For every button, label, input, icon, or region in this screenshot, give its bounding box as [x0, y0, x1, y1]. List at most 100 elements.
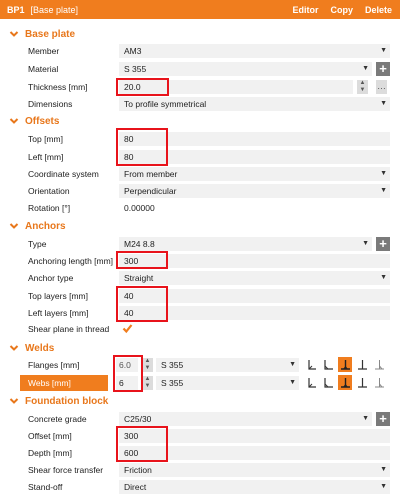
- triangle-down-icon: ▼: [380, 466, 387, 473]
- triangle-down-icon: ▼: [380, 187, 387, 194]
- offset-top-value: 80: [124, 134, 134, 144]
- chevron-down-icon: [9, 223, 19, 229]
- row-flanges: Flanges [mm] 6.0 ▲ ▼ S 355 ▼: [0, 357, 400, 373]
- offset-left-value: 80: [124, 152, 134, 162]
- orient-label: Orientation: [28, 186, 70, 196]
- offset-top-input[interactable]: 80: [119, 132, 390, 146]
- top-layers-input[interactable]: 40: [119, 289, 390, 303]
- thickness-more-button[interactable]: …: [376, 80, 387, 94]
- weld-type-icon[interactable]: [321, 357, 335, 372]
- item-type: [Base plate]: [30, 4, 79, 15]
- weld-type-icon[interactable]: [355, 375, 369, 390]
- flanges-material-select[interactable]: S 355 ▼: [156, 358, 299, 372]
- section-anchors[interactable]: Anchors: [0, 218, 400, 234]
- row-rotation: Rotation [°] 0.00000: [0, 200, 400, 216]
- delete-button[interactable]: Delete: [365, 5, 392, 15]
- concrete-grade-select[interactable]: C25/30 ▼: [119, 412, 372, 426]
- weld-type-icon[interactable]: [338, 357, 352, 372]
- shear-thread-label: Shear plane in thread: [28, 324, 110, 334]
- add-material-button[interactable]: +: [376, 62, 390, 76]
- section-base-plate[interactable]: Base plate: [0, 26, 400, 42]
- orient-select[interactable]: Perpendicular ▼: [119, 184, 390, 198]
- weld-type-icon[interactable]: [338, 375, 352, 390]
- flanges-thickness-value: 6.0: [119, 360, 131, 370]
- foundation-offset-input[interactable]: 300: [119, 429, 390, 443]
- section-foundation[interactable]: Foundation block: [0, 393, 400, 409]
- coord-select[interactable]: From member ▼: [119, 167, 390, 181]
- anchor-type-select[interactable]: M24 8.8 ▼: [119, 237, 372, 251]
- row-shear-transfer: Shear force transfer Friction ▼: [0, 462, 400, 478]
- thickness-input[interactable]: 20.0: [119, 80, 353, 94]
- triangle-down-icon: ▼: [380, 47, 387, 54]
- flanges-label: Flanges [mm]: [28, 360, 80, 370]
- dimensions-select[interactable]: To profile symmetrical ▼: [119, 97, 390, 111]
- row-top-layers: Top layers [mm] 40: [0, 288, 400, 304]
- coord-label: Coordinate system: [28, 169, 99, 179]
- rotation-input[interactable]: 0.00000: [119, 201, 390, 215]
- row-anchor-kind: Anchor type Straight ▼: [0, 270, 400, 286]
- section-offsets[interactable]: Offsets: [0, 113, 400, 129]
- dimensions-value: To profile symmetrical: [124, 99, 207, 109]
- stand-off-select[interactable]: Direct ▼: [119, 480, 390, 494]
- item-id: BP1: [7, 4, 25, 15]
- row-foundation-depth: Depth [mm] 600: [0, 445, 400, 461]
- triangle-down-icon: ▼: [362, 240, 369, 247]
- section-title: Foundation block: [25, 395, 109, 407]
- webs-label: Webs [mm]: [20, 375, 108, 391]
- webs-stepper[interactable]: ▲ ▼: [142, 376, 153, 390]
- section-welds[interactable]: Welds: [0, 340, 400, 356]
- offset-left-input[interactable]: 80: [119, 150, 390, 164]
- anchoring-length-input[interactable]: 300: [119, 254, 390, 268]
- material-select[interactable]: S 355 ▼: [119, 62, 372, 76]
- member-select[interactable]: AM3 ▼: [119, 44, 390, 58]
- left-layers-value: 40: [124, 308, 134, 318]
- webs-thickness-value: 6: [119, 378, 124, 388]
- flanges-thickness-input[interactable]: 6.0: [116, 358, 138, 372]
- material-label: Material: [28, 64, 59, 74]
- anchor-kind-select[interactable]: Straight ▼: [119, 271, 390, 285]
- anchoring-length-label: Anchoring length [mm]: [28, 256, 114, 266]
- concrete-grade-value: C25/30: [124, 414, 152, 424]
- weld-type-icon[interactable]: [372, 357, 386, 372]
- row-offset-left: Left [mm] 80: [0, 149, 400, 165]
- thickness-label: Thickness [mm]: [28, 82, 88, 92]
- left-layers-input[interactable]: 40: [119, 306, 390, 320]
- top-layers-label: Top layers [mm]: [28, 291, 88, 301]
- chevron-down-icon: [9, 398, 19, 404]
- foundation-depth-input[interactable]: 600: [119, 446, 390, 460]
- row-anchor-type: Type M24 8.8 ▼ +: [0, 236, 400, 252]
- triangle-down-icon: ▼: [380, 483, 387, 490]
- header-actions: Editor Copy Delete: [292, 5, 400, 15]
- member-label: Member: [28, 46, 60, 56]
- weld-type-icon[interactable]: [372, 375, 386, 390]
- triangle-down-icon: ▼: [362, 65, 369, 72]
- row-foundation-offset: Offset [mm] 300: [0, 428, 400, 444]
- thickness-value: 20.0: [124, 82, 141, 92]
- weld-type-icon[interactable]: [304, 357, 318, 372]
- row-material: Material S 355 ▼ +: [0, 61, 400, 77]
- anchor-kind-value: Straight: [124, 273, 154, 283]
- webs-material-select[interactable]: S 355 ▼: [156, 376, 299, 390]
- add-anchor-button[interactable]: +: [376, 237, 390, 251]
- section-title: Welds: [25, 342, 55, 354]
- row-orientation: Orientation Perpendicular ▼: [0, 183, 400, 199]
- add-concrete-button[interactable]: +: [376, 412, 390, 426]
- weld-type-icon[interactable]: [355, 357, 369, 372]
- foundation-depth-label: Depth [mm]: [28, 448, 72, 458]
- weld-type-icon[interactable]: [321, 375, 335, 390]
- foundation-depth-value: 600: [124, 448, 139, 458]
- triangle-down-icon: ▼: [289, 361, 296, 368]
- webs-weld-types: [304, 375, 386, 390]
- triangle-down-icon: ▼: [289, 379, 296, 386]
- header-bar: BP1 [Base plate] Editor Copy Delete: [0, 0, 400, 19]
- flanges-stepper[interactable]: ▲ ▼: [142, 358, 153, 372]
- editor-button[interactable]: Editor: [292, 5, 318, 15]
- webs-thickness-input[interactable]: 6: [116, 376, 138, 390]
- concrete-grade-label: Concrete grade: [28, 414, 87, 424]
- foundation-offset-value: 300: [124, 431, 139, 441]
- thickness-stepper[interactable]: ▲ ▼: [357, 80, 368, 94]
- shear-transfer-select[interactable]: Friction ▼: [119, 463, 390, 477]
- weld-type-icon[interactable]: [304, 375, 318, 390]
- copy-button[interactable]: Copy: [330, 5, 353, 15]
- checkmark-icon[interactable]: [122, 323, 133, 334]
